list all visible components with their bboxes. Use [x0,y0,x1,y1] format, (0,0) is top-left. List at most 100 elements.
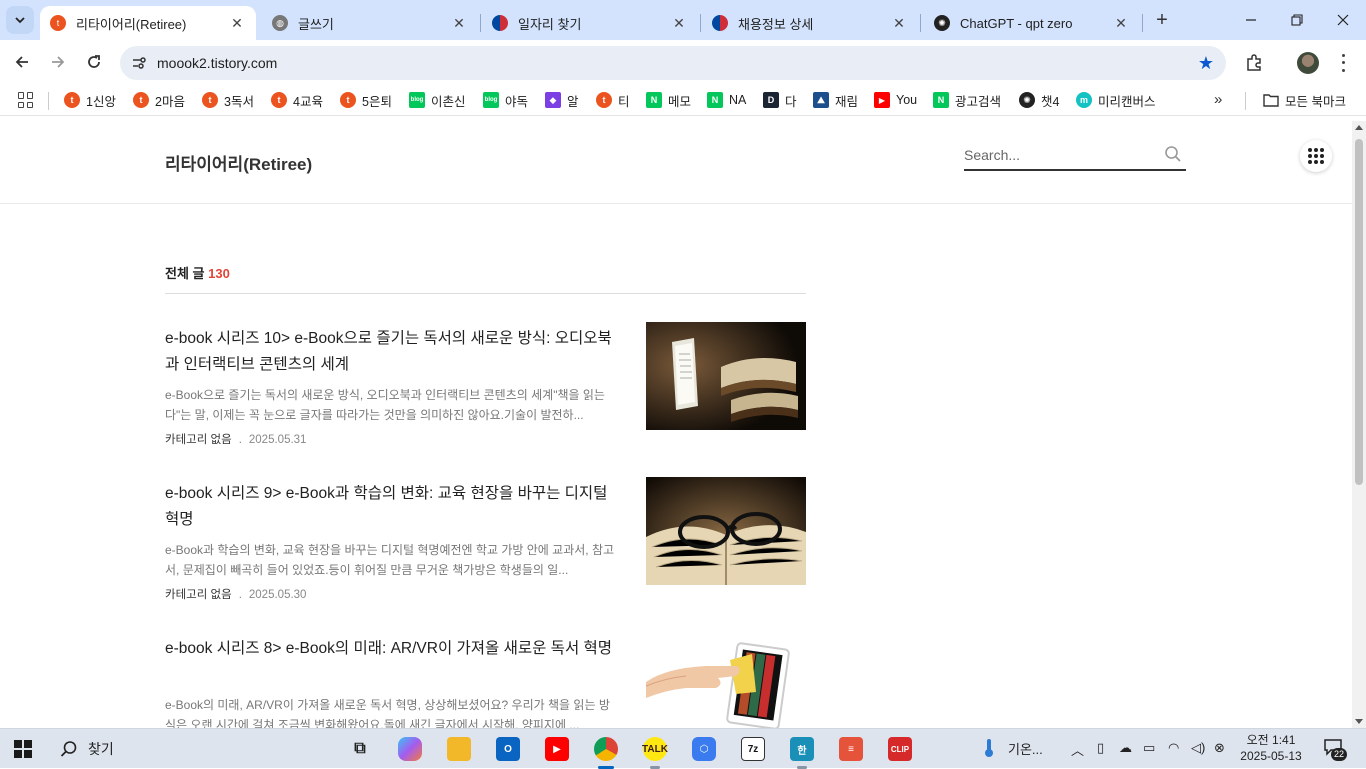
total-posts: 전체 글 130 [165,263,230,282]
tistory-icon: t [50,15,66,31]
bookmark-17[interactable]: m 미리캔버스 [1076,91,1156,109]
bookmark-1[interactable]: t 1신앙 [64,91,116,109]
taskbar-search[interactable]: 찾기 [60,739,114,759]
post-thumbnail[interactable] [646,477,806,585]
meet-icon[interactable]: ▯ [1097,740,1104,756]
bookmark-8[interactable]: ◆ 알 [545,91,579,109]
post-category[interactable]: 카테고리 없음 [165,589,232,601]
tistory-icon: t [271,92,287,108]
bookmark-6[interactable]: blog 이촌신 [409,91,466,109]
forward-button[interactable] [46,50,70,74]
chevron-up-icon[interactable]: ︿ [1071,740,1084,759]
tab-chatgpt[interactable]: ✺ ChatGPT - qpt zero ✕ [924,6,1140,40]
bookmark-13[interactable]: ⛰ 재림 [813,91,858,109]
bookmark-11[interactable]: N NA [707,91,746,109]
close-icon[interactable]: ✕ [890,14,908,32]
globe-icon: ◍ [272,15,288,31]
tab-search-button[interactable] [6,6,34,34]
youtube-icon[interactable]: ▶ [545,737,569,761]
back-button[interactable] [10,50,34,74]
file-explorer-icon[interactable] [447,737,471,761]
site-info-icon[interactable] [130,54,148,72]
close-icon[interactable]: ✕ [670,14,688,32]
search-icon[interactable] [1164,145,1182,163]
hancom-icon[interactable]: ≡ [839,737,863,761]
bookmark-16[interactable]: ✺ 챗4 [1019,91,1059,109]
kakaotalk-icon[interactable]: TALK [642,737,668,761]
copilot-icon[interactable] [398,737,422,761]
post-excerpt[interactable]: e-Book의 미래, AR/VR이 가져올 새로운 독서 혁명, 상상해보셨어… [165,695,615,728]
new-tab-button[interactable]: + [1150,8,1174,32]
post-title[interactable]: e-book 시리즈 8> e-Book의 미래: AR/VR이 가져올 새로운… [165,636,615,662]
mute-circle-icon[interactable]: ⊗ [1214,740,1225,756]
tab-job-detail[interactable]: 채용정보 상세 ✕ [702,6,918,40]
close-window-button[interactable] [1328,6,1358,34]
post-category[interactable]: 카테고리 없음 [165,434,232,446]
all-bookmarks[interactable]: 모든 북마크 [1263,91,1346,109]
post-item[interactable]: e-book 시리즈 8> e-Book의 미래: AR/VR이 가져올 새로운… [165,632,806,728]
tab-job-search[interactable]: 일자리 찾기 ✕ [482,6,698,40]
browser-menu-button[interactable] [1335,52,1351,74]
wifi-icon[interactable]: ◠ [1168,740,1179,756]
scrollbar-thumb[interactable] [1355,139,1363,485]
thermometer-icon [985,739,993,757]
star-icon[interactable]: ★ [1198,53,1214,74]
bookmark-label: 이촌신 [431,94,466,109]
address-bar[interactable]: moook2.tistory.com ★ [120,46,1226,80]
task-view-icon[interactable]: ⧉ [348,737,372,761]
scroll-down-arrow-icon[interactable] [1355,719,1363,724]
post-title[interactable]: e-book 시리즈 9> e-Book과 학습의 변화: 교육 현장을 바꾸는… [165,481,615,533]
minimize-button[interactable] [1236,6,1266,34]
close-icon[interactable]: ✕ [450,14,468,32]
notifications-button[interactable]: 22 [1323,738,1348,761]
url-text[interactable]: moook2.tistory.com [157,55,277,71]
restore-button[interactable] [1282,6,1312,34]
bookmark-9[interactable]: t티 [596,91,630,109]
7zip-icon[interactable]: 7z [741,737,765,761]
post-thumbnail[interactable] [646,632,806,728]
post-title[interactable]: e-book 시리즈 10> e-Book으로 즐기는 독서의 새로운 방식: … [165,326,615,378]
battery-icon[interactable]: ▭ [1143,740,1155,756]
bookmark-15[interactable]: N 광고검색 [933,91,1001,109]
tab-write[interactable]: ◍ 글쓰기 ✕ [262,6,478,40]
clock-time: 오전 1:41 [1246,733,1296,747]
bookmark-7[interactable]: blog 야독 [483,91,528,109]
search-input[interactable] [964,143,1154,167]
network-info-icon[interactable]: ☁ [1119,740,1132,756]
bookmark-4[interactable]: t 4교육 [271,91,323,109]
app-icon[interactable]: ⬡ [692,737,716,761]
bookmark-10[interactable]: N 메모 [646,91,691,109]
menu-button[interactable] [1300,140,1332,172]
clock[interactable]: 오전 1:41 2025-05-13 [1236,732,1306,764]
bookmark-12[interactable]: D다 [763,91,797,109]
weather-widget[interactable]: 기온... [982,738,1043,758]
bookmark-5[interactable]: t 5은퇴 [340,91,392,109]
chevron-double-right-icon[interactable]: » [1214,91,1222,108]
scroll-up-arrow-icon[interactable] [1355,125,1363,130]
reload-button[interactable] [82,50,106,74]
blog-title[interactable]: 리타이어리(Retiree) [165,150,312,175]
profile-avatar[interactable] [1297,52,1319,74]
close-icon[interactable]: ✕ [228,14,246,32]
chrome-icon[interactable] [594,737,618,761]
post-excerpt[interactable]: e-Book으로 즐기는 독서의 새로운 방식, 오디오북과 인터랙티브 콘텐츠… [165,385,615,425]
post-item[interactable]: e-book 시리즈 9> e-Book과 학습의 변화: 교육 현장을 바꾸는… [165,477,806,607]
post-item[interactable]: e-book 시리즈 10> e-Book으로 즐기는 독서의 새로운 방식: … [165,322,806,452]
post-thumbnail[interactable] [646,322,806,430]
extensions-icon[interactable] [1244,53,1264,73]
total-count: 130 [208,266,230,281]
bookmark-14[interactable]: ▶ You [874,91,917,109]
bookmark-2[interactable]: t 2마음 [133,91,185,109]
tab-title: 일자리 찾기 [518,16,582,32]
bookmark-3[interactable]: t 3독서 [202,91,254,109]
hangul-icon[interactable]: 한 [790,737,814,761]
tab-retiree[interactable]: t 리타이어리(Retiree) ✕ [40,6,256,40]
volume-icon[interactable]: ◁) [1191,740,1205,756]
clip-icon[interactable]: CLIP [888,737,912,761]
vertical-scrollbar[interactable] [1352,121,1366,728]
close-icon[interactable]: ✕ [1112,14,1130,32]
windows-start-button[interactable] [14,740,32,758]
apps-grid-icon[interactable] [18,92,34,108]
outlook-icon[interactable]: O [496,737,520,761]
post-excerpt[interactable]: e-Book과 학습의 변화, 교육 현장을 바꾸는 디지털 혁명예전엔 학교 … [165,540,615,580]
